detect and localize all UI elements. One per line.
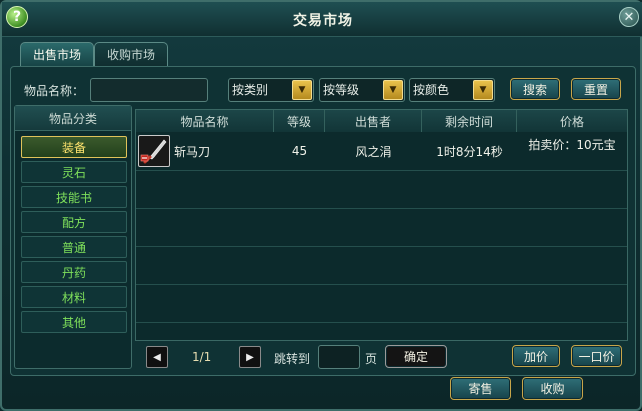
trade-market-window: ? 交易市场 ✕ 出售市场 收购市场 物品名称： 按类别 ▼ 按等级 ▼ 按颜色…: [0, 0, 642, 411]
category-item-common[interactable]: 普通: [21, 236, 127, 258]
item-level: 45: [291, 144, 308, 158]
confirm-jump-button[interactable]: 确定: [385, 345, 447, 368]
bid-button[interactable]: 加价: [512, 345, 560, 367]
category-item-material[interactable]: 材料: [21, 286, 127, 308]
item-price: 拍卖价：10元宝: [528, 137, 616, 152]
item-name: 斩马刀: [174, 144, 211, 159]
row-divider: [136, 246, 627, 247]
row-divider: [136, 208, 627, 209]
item-name-label: 物品名称：: [24, 84, 85, 98]
column-header-level[interactable]: 等级: [274, 110, 325, 132]
consign-sell-button[interactable]: 寄售: [450, 377, 511, 400]
category-item-equipment[interactable]: 装备: [21, 136, 127, 158]
reset-button[interactable]: 重置: [571, 78, 621, 100]
category-item-spirit-stone[interactable]: 灵石: [21, 161, 127, 183]
row-divider: [136, 322, 627, 323]
previous-page-icon[interactable]: ◀: [146, 346, 168, 368]
window-title: 交易市场: [293, 13, 353, 29]
color-filter-select[interactable]: 按颜色 ▼: [409, 78, 495, 102]
item-name-input[interactable]: [90, 78, 208, 102]
blade-icon[interactable]: [138, 135, 170, 167]
tab-sell-market[interactable]: 出售市场: [20, 42, 94, 66]
listing-table: 物品名称 等级 出售者 剩余时间 价格 斩马刀 45 风之涓 1时8分14秒 拍…: [135, 109, 628, 341]
category-filter-value: 按类别: [232, 83, 269, 97]
column-header-name[interactable]: 物品名称: [136, 110, 274, 132]
row-divider: [136, 284, 627, 285]
category-item-recipe[interactable]: 配方: [21, 211, 127, 233]
title-bar[interactable]: ? 交易市场 ✕: [2, 2, 642, 37]
page-suffix-label: 页: [365, 352, 378, 366]
close-icon[interactable]: ✕: [619, 7, 639, 27]
color-filter-value: 按颜色: [413, 83, 450, 97]
column-header-price[interactable]: 价格: [517, 110, 627, 132]
buyout-button[interactable]: 一口价: [571, 345, 622, 367]
level-filter-value: 按等级: [323, 83, 360, 97]
jump-to-label: 跳转到: [274, 352, 311, 366]
search-button[interactable]: 搜索: [510, 78, 560, 100]
dropdown-arrow-icon[interactable]: ▼: [473, 80, 493, 100]
category-item-pill[interactable]: 丹药: [21, 261, 127, 283]
purchase-button[interactable]: 收购: [522, 377, 583, 400]
column-header-seller[interactable]: 出售者: [325, 110, 422, 132]
tab-buy-market[interactable]: 收购市场: [94, 42, 168, 66]
category-item-skill-book[interactable]: 技能书: [21, 186, 127, 208]
category-filter-select[interactable]: 按类别 ▼: [228, 78, 314, 102]
category-sidebar: 物品分类 装备 灵石 技能书 配方 普通 丹药 材料 其他: [14, 105, 132, 369]
category-header: 物品分类: [15, 106, 131, 131]
table-row[interactable]: 斩马刀 45 风之涓 1时8分14秒 拍卖价：10元宝: [136, 132, 627, 170]
dropdown-arrow-icon[interactable]: ▼: [292, 80, 312, 100]
page-indicator: 1/1: [192, 350, 212, 364]
next-page-icon[interactable]: ▶: [239, 346, 261, 368]
level-filter-select[interactable]: 按等级 ▼: [319, 78, 405, 102]
item-time-left: 1时8分14秒: [436, 144, 503, 159]
column-header-time-left[interactable]: 剩余时间: [422, 110, 517, 132]
item-seller: 风之涓: [355, 144, 392, 159]
dropdown-arrow-icon[interactable]: ▼: [383, 80, 403, 100]
row-divider: [136, 170, 627, 171]
page-number-input[interactable]: [318, 345, 360, 369]
category-item-other[interactable]: 其他: [21, 311, 127, 333]
